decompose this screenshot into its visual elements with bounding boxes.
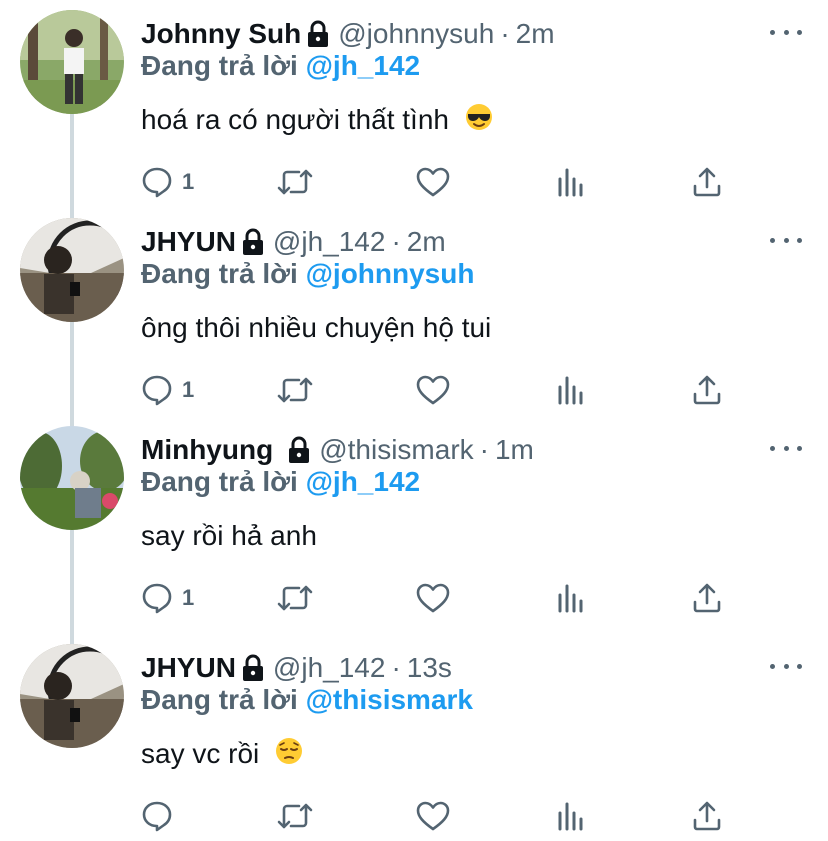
pensive-emoji-icon	[275, 736, 303, 776]
like-icon	[416, 375, 450, 405]
tweet[interactable]: JHYUN @jh_142 · 13s Đang trả lời @thisis…	[0, 644, 828, 841]
replying-to: Đang trả lời @johnnysuh	[141, 254, 474, 294]
more-icon[interactable]	[770, 22, 802, 42]
lock-icon	[241, 228, 265, 256]
lock-icon	[287, 436, 311, 464]
mention-link[interactable]: @jh_142	[306, 50, 420, 81]
reply-button[interactable]: 1	[140, 576, 194, 620]
tweet-text-content: hoá ra có người thất tình	[141, 104, 449, 135]
tweet-text-content: say rồi hả anh	[141, 520, 317, 551]
reply-icon	[142, 801, 172, 832]
retweet-icon	[277, 803, 313, 829]
retweet-button[interactable]	[275, 794, 315, 838]
like-icon	[416, 167, 450, 197]
replying-prefix: Đang trả lời	[141, 50, 298, 81]
timestamp[interactable]: 1m	[495, 430, 534, 470]
replying-prefix: Đang trả lời	[141, 258, 298, 289]
replying-prefix: Đang trả lời	[141, 466, 298, 497]
tweet[interactable]: Johnny Suh @johnnysuh · 2m Đang trả lời …	[0, 10, 828, 220]
sunglasses-emoji-icon	[465, 102, 493, 142]
reply-button[interactable]: 1	[140, 160, 194, 204]
share-button[interactable]	[690, 576, 724, 620]
like-button[interactable]	[415, 368, 451, 412]
reply-icon	[142, 583, 172, 614]
like-icon	[416, 801, 450, 831]
tweet[interactable]: JHYUN @jh_142 · 2m Đang trả lời @johnnys…	[0, 218, 828, 428]
replying-to: Đang trả lời @jh_142	[141, 46, 420, 86]
analytics-icon	[558, 168, 583, 197]
avatar[interactable]	[20, 644, 124, 748]
lock-icon	[241, 654, 265, 682]
mention-link[interactable]: @johnnysuh	[306, 258, 475, 289]
share-icon	[693, 375, 721, 405]
retweet-icon	[277, 169, 313, 195]
lock-icon	[306, 20, 330, 48]
share-icon	[693, 583, 721, 613]
mention-link[interactable]: @thisismark	[306, 684, 473, 715]
share-button[interactable]	[690, 794, 724, 838]
analytics-icon	[558, 376, 583, 405]
avatar[interactable]	[20, 218, 124, 322]
share-icon	[693, 167, 721, 197]
mention-link[interactable]: @jh_142	[306, 466, 420, 497]
reply-button[interactable]: 1	[140, 368, 194, 412]
replying-to: Đang trả lời @thisismark	[141, 680, 473, 720]
reply-button[interactable]	[140, 794, 174, 838]
reply-icon	[142, 375, 172, 406]
like-button[interactable]	[415, 794, 451, 838]
tweet-text: hoá ra có người thất tình	[141, 100, 493, 140]
reply-count: 1	[182, 169, 195, 194]
share-button[interactable]	[690, 368, 724, 412]
more-icon[interactable]	[770, 438, 802, 458]
retweet-button[interactable]	[275, 160, 315, 204]
tweet-text: ông thôi nhiều chuyện hộ tui	[141, 308, 491, 348]
retweet-button[interactable]	[275, 576, 315, 620]
analytics-icon	[558, 802, 583, 831]
separator-dot: ·	[500, 18, 510, 49]
timestamp[interactable]: 2m	[516, 14, 555, 54]
replying-prefix: Đang trả lời	[141, 684, 298, 715]
analytics-button[interactable]	[555, 368, 587, 412]
action-bar: 1	[140, 368, 740, 412]
separator-dot: ·	[479, 434, 489, 465]
like-icon	[416, 583, 450, 613]
tweet-text-content: say vc rồi	[141, 738, 260, 769]
more-icon[interactable]	[770, 230, 802, 250]
retweet-icon	[277, 585, 313, 611]
share-icon	[693, 801, 721, 831]
analytics-button[interactable]	[555, 576, 587, 620]
reply-count: 1	[182, 585, 195, 610]
like-button[interactable]	[415, 576, 451, 620]
action-bar: 1	[140, 576, 740, 620]
thread-line	[70, 322, 74, 428]
reply-icon	[142, 167, 172, 198]
avatar[interactable]	[20, 10, 124, 114]
thread-line	[70, 114, 74, 220]
analytics-button[interactable]	[555, 160, 587, 204]
more-icon[interactable]	[770, 656, 802, 676]
thread-line	[70, 530, 74, 646]
share-button[interactable]	[690, 160, 724, 204]
retweet-icon	[277, 377, 313, 403]
like-button[interactable]	[415, 160, 451, 204]
tweet[interactable]: Minhyung @thisismark · 1m Đang trả lời @…	[0, 426, 828, 646]
action-bar	[140, 794, 740, 838]
avatar[interactable]	[20, 426, 124, 530]
retweet-button[interactable]	[275, 368, 315, 412]
reply-count: 1	[182, 377, 195, 402]
action-bar: 1	[140, 160, 740, 204]
replying-to: Đang trả lời @jh_142	[141, 462, 420, 502]
analytics-button[interactable]	[555, 794, 587, 838]
tweet-text: say rồi hả anh	[141, 516, 317, 556]
analytics-icon	[558, 584, 583, 613]
tweet-text-content: ông thôi nhiều chuyện hộ tui	[141, 312, 492, 343]
tweet-text: say vc rồi	[141, 734, 303, 774]
